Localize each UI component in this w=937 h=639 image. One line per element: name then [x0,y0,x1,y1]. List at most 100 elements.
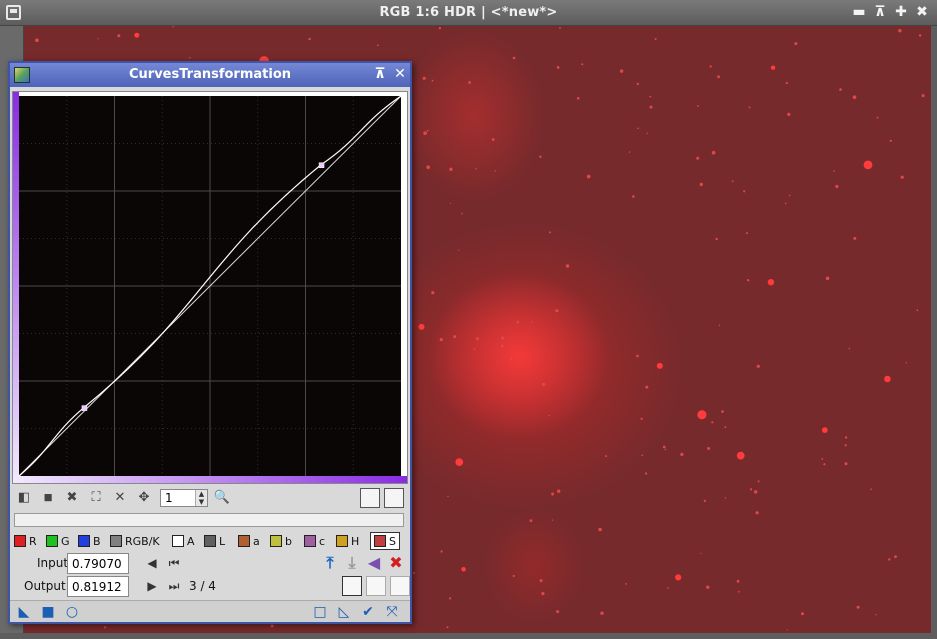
store-curve-icon[interactable]: ⤒ [320,553,340,573]
star [898,29,902,33]
star [754,490,758,494]
invert-curve-icon[interactable]: ◀ [364,553,384,573]
zoom-icon[interactable]: 🔍 [212,488,232,508]
pan-icon[interactable]: ✥ [134,488,154,508]
star [531,321,534,323]
star [844,436,848,439]
channel-a-button[interactable]: a [238,532,260,550]
channel-b-button[interactable]: B [78,532,101,550]
star [134,32,140,38]
curve-plot-svg [13,92,407,483]
star [767,279,775,286]
prev-point-icon[interactable]: ◀ [144,555,160,571]
star [637,127,639,130]
zoom-fit-icon[interactable]: ⛶ [86,488,106,508]
dialog-titlebar[interactable]: CurvesTransformation ⊼ ✕ [10,63,410,87]
next-point-icon[interactable]: ▶ [144,578,160,594]
delete-mode-icon[interactable]: ✖ [62,488,82,508]
star [788,194,791,197]
star [821,427,828,433]
channel-label: L [219,534,226,548]
select-mode-icon[interactable]: ◾ [38,488,58,508]
channel-l-button[interactable]: L [204,532,225,550]
star [916,309,919,312]
star [426,129,429,132]
channel-label: H [351,534,360,548]
star [494,170,496,172]
channel-swatch-icon [270,535,282,547]
channel-s-button[interactable]: S [370,532,400,550]
minimize-icon[interactable]: ⊼ [872,4,888,20]
grid-toggle-icon[interactable] [384,488,404,508]
star [500,344,504,348]
histogram-log-icon[interactable] [366,576,386,596]
star [711,150,716,155]
star [586,174,591,179]
star [696,156,700,160]
maximize-preview-icon[interactable]: ⤧ [384,604,400,620]
channel-g-button[interactable]: G [46,532,70,550]
channel-h-button[interactable]: H [336,532,359,550]
star [894,555,897,559]
histogram-linear-icon[interactable] [342,576,362,596]
image-window-titlebar[interactable]: RGB 1:6 HDR | <*new*> ▬ ⊼ ✚ ✖ [0,0,937,26]
star [446,626,449,629]
star [431,79,434,82]
restore-curve-icon[interactable]: ⤓ [342,553,362,573]
channel-b-button[interactable]: b [270,532,292,550]
spin-arrows-icon[interactable]: ▲ ▼ [195,490,207,506]
channel-label: a [253,534,260,548]
maximize-icon[interactable]: ✚ [893,4,909,20]
reset-curve-icon[interactable]: ✖ [386,553,406,573]
star [542,382,546,386]
star [473,348,476,351]
curve-slider[interactable] [14,513,404,527]
star [449,597,452,600]
star [770,65,776,70]
zoom-spinbox[interactable]: 1 ▲ ▼ [160,489,208,507]
first-point-icon[interactable]: ⏮ [166,555,182,571]
edit-curve-icon[interactable] [360,488,380,508]
star [645,385,649,389]
edit-mode-icon[interactable]: ◧ [14,488,34,508]
curve-graph[interactable] [12,91,408,484]
star [900,175,904,179]
apply-icon[interactable]: ✔ [360,604,376,620]
output-row: Output: 0.81912 ▶ ⏭ 3 / 4 [14,576,410,598]
last-point-icon[interactable]: ⏭ [166,578,182,594]
point-counter: 3 / 4 [189,579,216,593]
shade-icon[interactable]: ⊼ [372,66,388,82]
star [853,236,857,240]
star [905,362,907,364]
zoom-reset-icon[interactable]: ✕ [110,488,130,508]
star [852,95,857,99]
channel-rgbk-button[interactable]: RGB/K [110,532,160,550]
channel-swatch-icon [238,535,250,547]
input-field[interactable]: 0.79070 [67,553,129,574]
star [600,611,604,615]
star [461,212,463,215]
star [605,455,608,458]
star [833,170,835,172]
channel-c-button[interactable]: c [304,532,325,550]
shade-icon[interactable]: ▬ [851,4,867,20]
apply-global-icon[interactable]: ■ [40,604,56,620]
channel-swatch-icon [304,535,316,547]
browse-doc-icon[interactable]: ◺ [336,604,352,620]
new-instance-icon[interactable]: ◣ [16,604,32,620]
channel-a-button[interactable]: A [172,532,195,550]
star [748,106,751,109]
histogram-off-icon[interactable] [390,576,410,596]
star [439,338,443,342]
channel-swatch-icon [14,535,26,547]
close-icon[interactable]: ✖ [914,4,930,20]
star [839,88,842,91]
reset-icon[interactable]: □ [312,604,328,620]
star [844,444,847,447]
close-icon[interactable]: ✕ [392,66,408,82]
real-time-preview-icon[interactable]: ○ [64,604,80,620]
star [786,629,788,631]
channel-label: c [319,534,326,548]
channel-r-button[interactable]: R [14,532,37,550]
output-field[interactable]: 0.81912 [67,576,129,597]
